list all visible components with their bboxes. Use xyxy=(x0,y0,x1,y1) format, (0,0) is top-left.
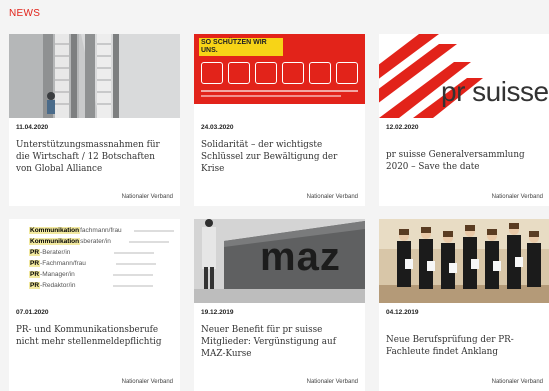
poster-fineprint xyxy=(201,95,341,97)
hand-wash-icon xyxy=(201,62,223,84)
article-headline[interactable]: Unterstützungsmassnahmen für die Wirtsch… xyxy=(16,139,173,194)
list-item: PR -Redaktor/in xyxy=(29,280,174,291)
article-category[interactable]: Nationaler Verband xyxy=(9,379,173,385)
news-card[interactable]: pr suisse 12.02.2020 pr suisse Generalve… xyxy=(379,34,549,206)
article-headline[interactable]: Neue Berufsprüfung der PR-Fachleute find… xyxy=(386,334,543,379)
so-schuetzen-wir-uns-poster[interactable]: SO SCHÜTZEN WIR UNS. xyxy=(194,34,365,118)
job-suffix: fachmann/frau xyxy=(80,227,122,234)
news-card[interactable]: Kommunikation fachmann/frau Kommunikatio… xyxy=(9,219,180,391)
poster-footer xyxy=(194,104,365,118)
article-category[interactable]: Nationaler Verband xyxy=(379,194,543,200)
article-category[interactable]: Nationaler Verband xyxy=(9,194,173,200)
job-suffix: sberater/in xyxy=(80,238,111,245)
news-card[interactable]: SO SCHÜTZEN WIR UNS. 24.03.2020 Solidari… xyxy=(194,34,365,206)
cough-icon xyxy=(255,62,277,84)
pr-suisse-logo[interactable]: pr suisse xyxy=(379,34,549,118)
news-grid: 11.04.2020 Unterstützungsmassnahmen für … xyxy=(9,34,549,391)
job-list: Kommunikation fachmann/frau Kommunikatio… xyxy=(29,225,174,291)
job-label: Kommunikation xyxy=(29,227,81,234)
article-headline[interactable]: PR- und Kommunikationsberufe nicht mehr … xyxy=(16,324,173,379)
job-suffix: -Redaktor/in xyxy=(40,282,76,289)
poster-fineprint xyxy=(201,90,358,92)
job-label: PR xyxy=(29,260,41,267)
article-date: 11.04.2020 xyxy=(16,124,49,131)
list-item: Kommunikation sberater/in xyxy=(29,236,174,247)
maz-sign-text: maz xyxy=(260,235,341,279)
poster-title: SO SCHÜTZEN WIR UNS. xyxy=(199,38,283,56)
distance-icon xyxy=(282,62,304,84)
section-title: NEWS xyxy=(9,8,41,19)
news-card[interactable]: 04.12.2019 Neue Berufsprüfung der PR-Fac… xyxy=(379,219,549,391)
job-title-list[interactable]: Kommunikation fachmann/frau Kommunikatio… xyxy=(9,219,180,303)
job-suffix: -Fachmann/frau xyxy=(40,260,86,267)
article-date: 04.12.2019 xyxy=(386,309,419,316)
article-date: 19.12.2019 xyxy=(201,309,234,316)
article-headline[interactable]: pr suisse Generalversammlung 2020 – Save… xyxy=(386,149,543,194)
job-suffix: -Manager/in xyxy=(40,271,75,278)
article-headline[interactable]: Solidarität – der wichtigste Schlüssel z… xyxy=(201,139,358,194)
list-item: PR -Berater/in xyxy=(29,247,174,258)
job-suffix: -Berater/in xyxy=(40,249,71,256)
article-category[interactable]: Nationaler Verband xyxy=(379,379,543,385)
list-item: Kommunikation fachmann/frau xyxy=(29,225,174,236)
list-item: PR -Fachmann/frau xyxy=(29,258,174,269)
job-label: PR xyxy=(29,249,41,256)
news-card[interactable]: maz 19.12.2019 Neuer Benefit für pr suis… xyxy=(194,219,365,391)
stay-home-icon xyxy=(309,62,331,84)
article-headline[interactable]: Neuer Benefit für pr suisse Mitglieder: … xyxy=(201,324,358,379)
article-date: 24.03.2020 xyxy=(201,124,234,131)
graduates-group-photo[interactable] xyxy=(379,219,549,303)
job-label: PR xyxy=(29,271,41,278)
article-date: 12.02.2020 xyxy=(386,124,419,131)
news-card[interactable]: 11.04.2020 Unterstützungsmassnahmen für … xyxy=(9,34,180,206)
maz-sign-photo[interactable]: maz xyxy=(194,219,365,303)
article-date: 07.01.2020 xyxy=(16,309,49,316)
escalator-photo[interactable] xyxy=(9,34,180,118)
job-label: PR xyxy=(29,282,41,289)
pr-suisse-wordmark: pr suisse xyxy=(441,76,549,107)
article-category[interactable]: Nationaler Verband xyxy=(194,194,358,200)
article-category[interactable]: Nationaler Verband xyxy=(194,379,358,385)
call-doctor-icon xyxy=(336,62,358,84)
no-handshake-icon xyxy=(228,62,250,84)
job-label: Kommunikation xyxy=(29,238,81,245)
list-item: PR -Manager/in xyxy=(29,269,174,280)
